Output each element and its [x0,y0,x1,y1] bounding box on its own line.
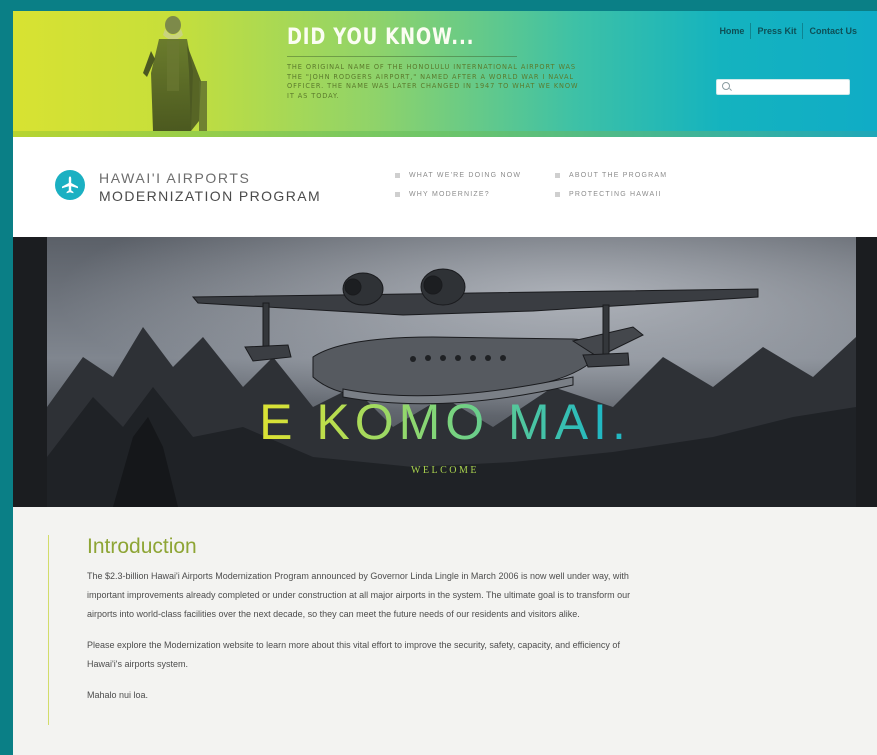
logo-title-line2[interactable]: MODERNIZATION PROGRAM [99,188,321,204]
introduction-section: Introduction The $2.3-billion Hawai'i Ai… [48,535,647,725]
utility-nav: Home Press Kit Contact Us [713,23,863,39]
nav-bullet-icon [555,173,560,178]
nav-item-label: Protecting Hawaii [569,191,662,198]
nav-why-modernize[interactable]: Why modernize? [395,191,555,198]
search-input[interactable] [733,80,843,93]
intro-paragraph: Please explore the Modernization website… [87,640,620,669]
site-header: HAWAI'I AIRPORTS MODERNIZATION PROGRAM W… [13,137,877,237]
nav-about-the-program[interactable]: About the program [555,172,715,179]
page-frame: DID YOU KNOW... The original name of the… [13,11,877,755]
hero-subtitle: WELCOME [410,465,480,476]
nav-home-link[interactable]: Home [713,26,750,36]
did-you-know-text: The original name of the Honolulu Intern… [287,63,579,100]
nav-press-kit-link[interactable]: Press Kit [751,26,802,36]
logo-title-line1[interactable]: HAWAI'I AIRPORTS [99,170,250,186]
main-navigation: What we're doing now About the program W… [395,172,715,198]
title-divider [287,56,517,57]
did-you-know-title: DID YOU KNOW... [287,25,475,50]
hero-title: E KOMO MAI. [13,393,877,451]
statue-illustration [143,16,207,131]
intro-paragraph: The $2.3-billion Hawai'i Airports Modern… [87,571,631,619]
search-icon [722,82,730,90]
introduction-heading: Introduction [87,535,197,558]
hero-banner: E KOMO MAI. WELCOME [13,237,877,507]
nav-protecting-hawaii[interactable]: Protecting Hawaii [555,191,715,198]
search-box[interactable] [716,79,850,95]
airplane-logo-icon[interactable] [55,170,85,200]
nav-contact-us-link[interactable]: Contact Us [803,26,863,36]
nav-bullet-icon [555,192,560,197]
nav-item-label: What we're doing now [409,172,522,179]
nav-bullet-icon [395,192,400,197]
nav-what-were-doing-now[interactable]: What we're doing now [395,172,555,179]
nav-item-label: About the program [569,172,668,179]
intro-paragraph: Mahalo nui loa. [87,690,149,700]
did-you-know-banner: DID YOU KNOW... The original name of the… [13,11,877,131]
airplane-icon [62,176,78,194]
nav-item-label: Why modernize? [409,191,490,198]
nav-bullet-icon [395,173,400,178]
